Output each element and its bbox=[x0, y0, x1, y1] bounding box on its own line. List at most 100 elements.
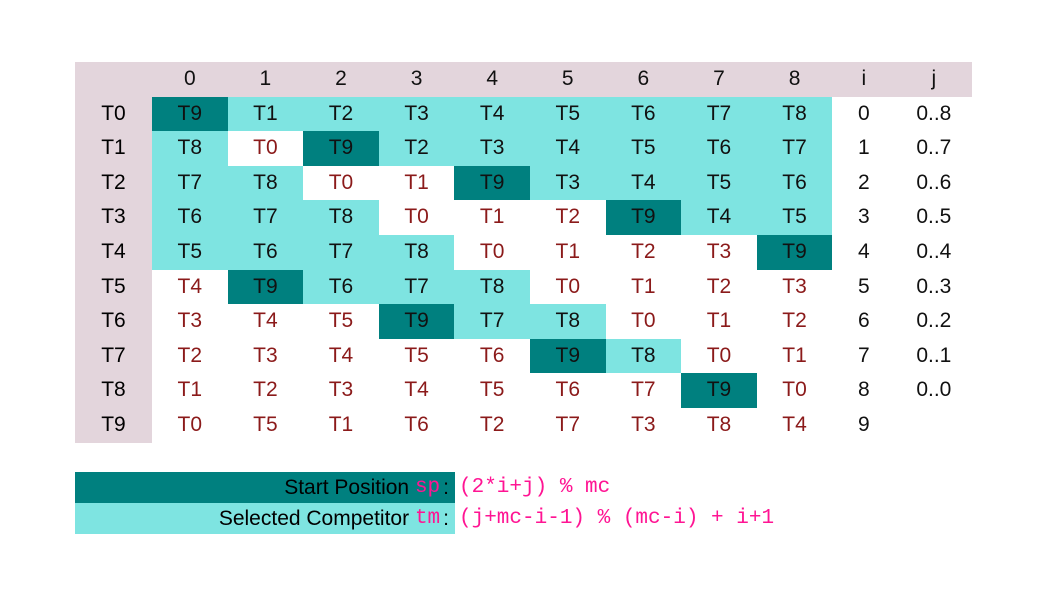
row-label-t0: T0 bbox=[75, 96, 152, 132]
table-row: T4 T5 T6 T7 T8 T0 T1 T2 T3 T9 4 0..4 bbox=[75, 234, 973, 270]
matrix-cell-r1-c7: T6 bbox=[681, 131, 757, 166]
i-value-row-4: 4 bbox=[832, 234, 896, 270]
matrix-cell-r5-c2: T6 bbox=[303, 269, 379, 305]
j-value-row-7: 0..1 bbox=[895, 338, 973, 374]
matrix-cell-r2-c8: T6 bbox=[756, 165, 833, 201]
legend-swatch-start-position: Start Position sp: bbox=[75, 472, 455, 503]
matrix-cell-r4-c7: T3 bbox=[681, 234, 757, 270]
row-label-t4: T4 bbox=[75, 234, 152, 270]
matrix-cell-r8-c7: T9 bbox=[681, 373, 757, 408]
matrix-cell-r1-c3: T2 bbox=[378, 131, 455, 166]
column-header-3: 3 bbox=[378, 62, 455, 97]
i-value-row-0: 0 bbox=[832, 96, 896, 132]
matrix-cell-r6-c0: T3 bbox=[152, 304, 228, 339]
matrix-cell-r5-c8: T3 bbox=[756, 269, 833, 305]
row-label-t2: T2 bbox=[75, 165, 152, 201]
table-row: T7 T2 T3 T4 T5 T6 T9 T8 T0 T1 7 0..1 bbox=[75, 338, 973, 374]
column-header-0: 0 bbox=[152, 62, 228, 97]
matrix-cell-r3-c6: T9 bbox=[605, 200, 682, 235]
matrix-cell-r6-c5: T8 bbox=[529, 304, 606, 339]
matrix-cell-r4-c2: T7 bbox=[303, 234, 379, 270]
matrix-cell-r7-c6: T8 bbox=[605, 338, 682, 374]
column-header-1: 1 bbox=[227, 62, 304, 97]
matrix-corner-cell bbox=[75, 62, 152, 97]
table-row: T5 T4 T9 T6 T7 T8 T0 T1 T2 T3 5 0..3 bbox=[75, 269, 973, 305]
matrix-body: T0 T9 T1 T2 T3 T4 T5 T6 T7 T8 0 0..8 T1 T8 T0 T9 T2 T3 T4 T… bbox=[75, 96, 973, 443]
matrix-cell-r7-c1: T3 bbox=[227, 338, 304, 374]
matrix-cell-r0-c6: T6 bbox=[605, 96, 682, 132]
matrix-cell-r9-c3: T6 bbox=[378, 407, 455, 443]
table-row: T3 T6 T7 T8 T0 T1 T2 T9 T4 T5 3 0..5 bbox=[75, 200, 973, 235]
matrix-cell-r3-c3: T0 bbox=[378, 200, 455, 235]
legend-formula-selected-competitor: (j+mc-i-1) % (mc-i) + i+1 bbox=[459, 507, 775, 530]
i-value-row-3: 3 bbox=[832, 200, 896, 235]
matrix-cell-r1-c4: T3 bbox=[454, 131, 530, 166]
matrix-cell-r9-c1: T5 bbox=[227, 407, 304, 443]
i-value-row-6: 6 bbox=[832, 304, 896, 339]
legend-label-start-position: Start Position bbox=[284, 475, 415, 499]
column-header-j: j bbox=[895, 62, 973, 97]
matrix-cell-r7-c0: T2 bbox=[152, 338, 228, 374]
matrix-cell-r5-c5: T0 bbox=[529, 269, 606, 305]
matrix-cell-r4-c0: T5 bbox=[152, 234, 228, 270]
matrix-cell-r7-c7: T0 bbox=[681, 338, 757, 374]
matrix-cell-r1-c2: T9 bbox=[303, 131, 379, 166]
column-header-i: i bbox=[832, 62, 896, 97]
i-value-row-8: 8 bbox=[832, 373, 896, 408]
i-value-row-9: 9 bbox=[832, 407, 896, 443]
column-header-2: 2 bbox=[303, 62, 379, 97]
matrix-cell-r8-c3: T4 bbox=[378, 373, 455, 408]
row-label-t1: T1 bbox=[75, 131, 152, 166]
table-row: T6 T3 T4 T5 T9 T7 T8 T0 T1 T2 6 0..2 bbox=[75, 304, 973, 339]
legend-colon-start-position: : bbox=[443, 475, 449, 499]
j-value-row-5: 0..3 bbox=[895, 269, 973, 305]
matrix-cell-r0-c5: T5 bbox=[529, 96, 606, 132]
matrix-cell-r4-c6: T2 bbox=[605, 234, 682, 270]
matrix-cell-r0-c2: T2 bbox=[303, 96, 379, 132]
matrix-cell-r2-c6: T4 bbox=[605, 165, 682, 201]
matrix-cell-r2-c5: T3 bbox=[529, 165, 606, 201]
matrix-cell-r2-c0: T7 bbox=[152, 165, 228, 201]
j-value-row-8: 0..0 bbox=[895, 373, 973, 408]
matrix-cell-r4-c4: T0 bbox=[454, 234, 530, 270]
legend-label-selected-competitor: Selected Competitor bbox=[218, 506, 415, 530]
matrix-cell-r3-c7: T4 bbox=[681, 200, 757, 235]
matrix-cell-r1-c8: T7 bbox=[756, 131, 833, 166]
legend-variable-tm: tm bbox=[414, 507, 441, 530]
round-robin-schedule-figure: 0 1 2 3 4 5 6 7 8 i j T0 T9 T1 T2 T3 T4 T5 T6 T7… bbox=[0, 0, 1057, 604]
matrix-cell-r5-c1: T9 bbox=[227, 269, 304, 305]
row-label-t9: T9 bbox=[75, 407, 152, 443]
i-value-row-7: 7 bbox=[832, 338, 896, 374]
row-label-t3: T3 bbox=[75, 200, 152, 235]
j-value-row-2: 0..6 bbox=[895, 165, 973, 201]
matrix-cell-r6-c1: T4 bbox=[227, 304, 304, 339]
table-row: T2 T7 T8 T0 T1 T9 T3 T4 T5 T6 2 0..6 bbox=[75, 165, 973, 201]
matrix-cell-r5-c4: T8 bbox=[454, 269, 530, 305]
matrix-cell-r8-c2: T3 bbox=[303, 373, 379, 408]
matrix-cell-r3-c4: T1 bbox=[454, 200, 530, 235]
matrix-cell-r4-c3: T8 bbox=[378, 234, 455, 270]
matrix-cell-r3-c8: T5 bbox=[756, 200, 833, 235]
matrix-cell-r8-c6: T7 bbox=[605, 373, 682, 408]
column-header-5: 5 bbox=[529, 62, 606, 97]
table-row: T9 T0 T5 T1 T6 T2 T7 T3 T8 T4 9 bbox=[75, 407, 973, 443]
matrix-cell-r3-c0: T6 bbox=[152, 200, 228, 235]
matrix-cell-r3-c5: T2 bbox=[529, 200, 606, 235]
matrix-cell-r0-c1: T1 bbox=[227, 96, 304, 132]
matrix-cell-r8-c8: T0 bbox=[756, 373, 833, 408]
legend-row-selected-competitor: Selected Competitor tm: (j+mc-i-1) % (mc… bbox=[75, 503, 985, 534]
matrix-cell-r9-c8: T4 bbox=[756, 407, 833, 443]
matrix-cell-r7-c5: T9 bbox=[529, 338, 606, 374]
matrix-cell-r0-c7: T7 bbox=[681, 96, 757, 132]
matrix-cell-r1-c5: T4 bbox=[529, 131, 606, 166]
column-header-7: 7 bbox=[681, 62, 757, 97]
matrix-cell-r3-c1: T7 bbox=[227, 200, 304, 235]
legend-colon-selected-competitor: : bbox=[443, 506, 449, 530]
legend-row-start-position: Start Position sp: (2*i+j) % mc bbox=[75, 472, 985, 503]
j-value-row-6: 0..2 bbox=[895, 304, 973, 339]
matrix-cell-r6-c3: T9 bbox=[378, 304, 455, 339]
schedule-matrix: 0 1 2 3 4 5 6 7 8 i j T0 T9 T1 T2 T3 T4 T5 T6 T7… bbox=[75, 62, 973, 443]
matrix-cell-r8-c1: T2 bbox=[227, 373, 304, 408]
matrix-cell-r5-c3: T7 bbox=[378, 269, 455, 305]
legend: Start Position sp: (2*i+j) % mc Selected… bbox=[75, 472, 985, 534]
